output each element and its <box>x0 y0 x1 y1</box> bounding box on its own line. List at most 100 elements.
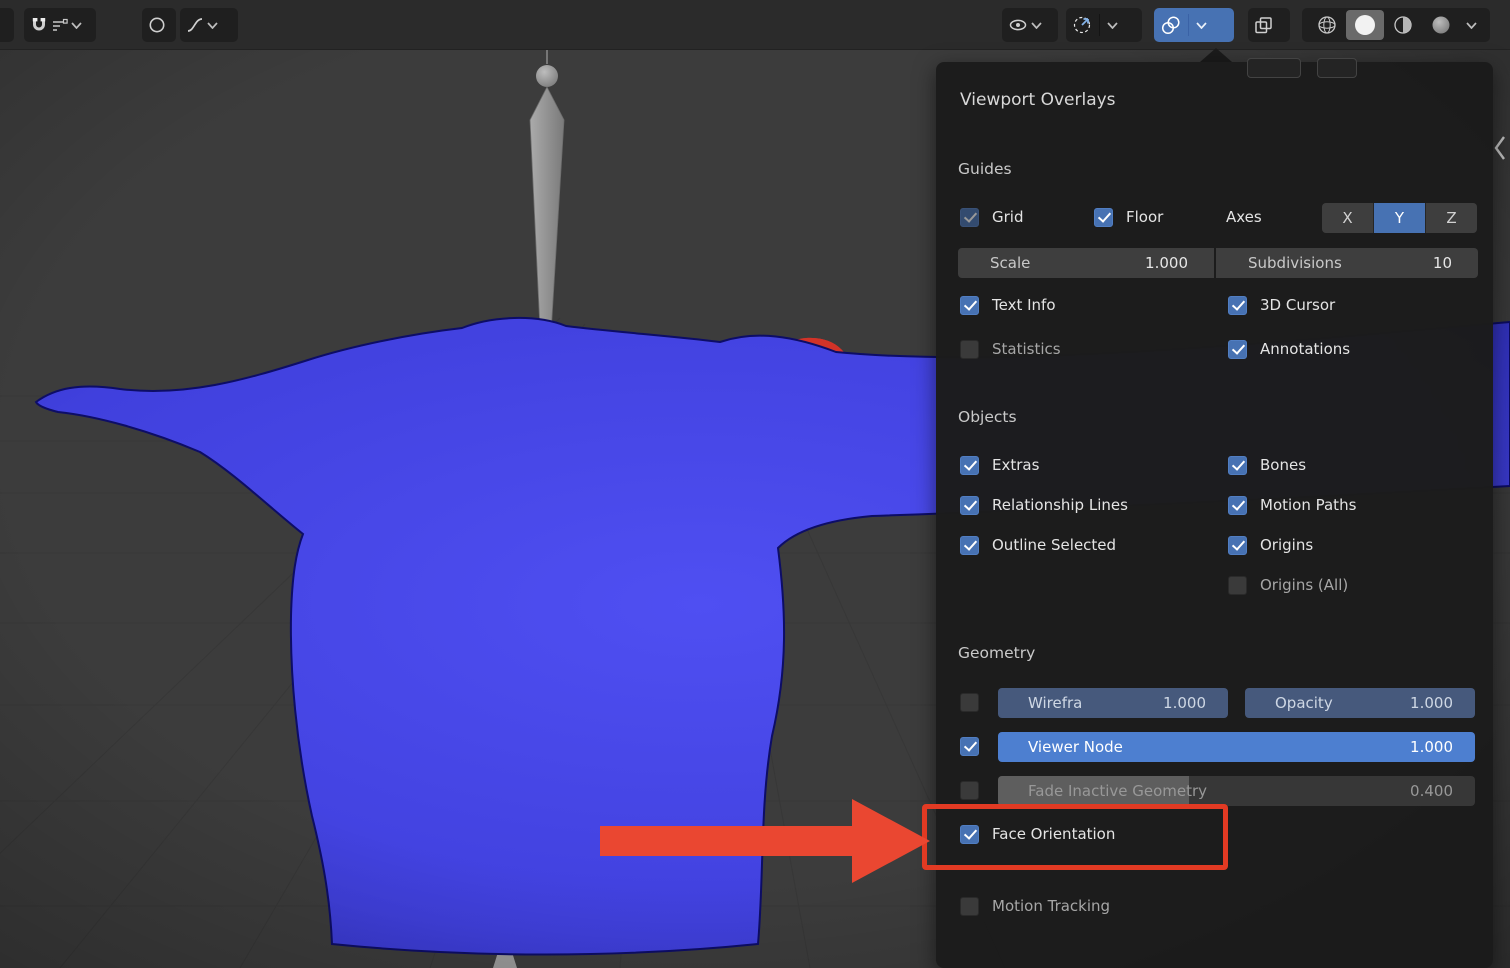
opacity-slider[interactable]: Opacity 1.000 <box>1245 688 1475 718</box>
subdivisions-value: 10 <box>1433 254 1452 272</box>
statistics-checkbox[interactable] <box>960 340 979 359</box>
text-info-checkbox[interactable] <box>960 296 979 315</box>
motion-tracking-label: Motion Tracking <box>992 897 1110 915</box>
chevron-down-icon <box>207 22 218 29</box>
chevron-down-icon <box>1196 22 1207 29</box>
popover-arrow <box>1200 48 1232 62</box>
wireframe-toggle-checkbox[interactable] <box>960 693 979 712</box>
viewer-node-value: 1.000 <box>1410 738 1453 756</box>
statistics-label: Statistics <box>992 340 1061 358</box>
scale-value: 1.000 <box>1145 254 1188 272</box>
wireframe-slider[interactable]: Wirefra 1.000 <box>998 688 1228 718</box>
viewport-overlays-popover: Viewport Overlays Guides Grid Floor Axes… <box>936 62 1493 968</box>
motion-paths-label: Motion Paths <box>1260 496 1356 514</box>
snapping-button-group[interactable] <box>24 8 96 42</box>
viewer-node-checkbox[interactable] <box>960 737 979 756</box>
rendered-shading-button[interactable] <box>1422 10 1460 40</box>
section-objects: Objects <box>958 408 1017 426</box>
3d-cursor-label: 3D Cursor <box>1260 296 1335 314</box>
relationship-lines-checkbox[interactable] <box>960 496 979 515</box>
divider <box>1099 14 1100 36</box>
partial-hidden-button[interactable] <box>1317 58 1357 78</box>
gizmo-arrows-icon <box>1072 15 1092 35</box>
grid-checkbox[interactable] <box>960 208 979 227</box>
material-preview-shading-button[interactable] <box>1384 10 1422 40</box>
subdivisions-label: Subdivisions <box>1248 254 1342 272</box>
axis-y-button[interactable]: Y <box>1374 203 1425 233</box>
edge-partial-button[interactable] <box>0 8 14 42</box>
proportional-editing-icon <box>148 16 166 34</box>
outline-selected-checkbox[interactable] <box>960 536 979 555</box>
proportional-editing-button[interactable] <box>142 8 176 42</box>
xray-toggle-button[interactable] <box>1248 8 1290 42</box>
show-overlays-button[interactable] <box>1154 8 1234 42</box>
fade-inactive-value: 0.400 <box>1410 782 1453 800</box>
proportional-falloff-dropdown[interactable] <box>180 8 238 42</box>
popover-title: Viewport Overlays <box>960 90 1116 110</box>
snap-increment-icon <box>51 17 68 33</box>
region-collapse-chevron-icon[interactable] <box>1492 134 1508 162</box>
origins-checkbox[interactable] <box>1228 536 1247 555</box>
origins-all-checkbox[interactable] <box>1228 576 1247 595</box>
axes-label: Axes <box>1226 208 1262 226</box>
grid-scale-field[interactable]: Scale 1.000 <box>958 248 1214 278</box>
fade-inactive-label: Fade Inactive Geometry <box>1028 782 1207 800</box>
chevron-down-icon <box>1031 22 1042 29</box>
section-guides: Guides <box>958 160 1012 178</box>
motion-paths-checkbox[interactable] <box>1228 496 1247 515</box>
annotations-checkbox[interactable] <box>1228 340 1247 359</box>
shading-mode-group <box>1302 8 1490 42</box>
eye-icon <box>1008 17 1028 33</box>
bones-label: Bones <box>1260 456 1306 474</box>
blender-window: Viewport Overlays Guides Grid Floor Axes… <box>0 0 1510 968</box>
magnet-icon <box>30 16 48 34</box>
scale-label: Scale <box>990 254 1030 272</box>
grid-label: Grid <box>992 208 1023 226</box>
falloff-curve-icon <box>186 16 204 34</box>
chevron-down-icon <box>71 22 82 29</box>
motion-tracking-checkbox[interactable] <box>960 897 979 916</box>
wireframe-slider-value: 1.000 <box>1163 694 1206 712</box>
origins-label: Origins <box>1260 536 1313 554</box>
divider <box>1188 14 1189 36</box>
axes-toggle-group: X Y Z <box>1322 203 1477 233</box>
show-gizmo-button[interactable] <box>1066 8 1142 42</box>
solid-shading-button[interactable] <box>1346 10 1384 40</box>
face-orientation-label: Face Orientation <box>992 825 1115 843</box>
bones-checkbox[interactable] <box>1228 456 1247 475</box>
grid-subdivisions-field[interactable]: Subdivisions 10 <box>1216 248 1478 278</box>
face-orientation-checkbox[interactable] <box>960 825 979 844</box>
fade-inactive-slider[interactable]: Fade Inactive Geometry 0.400 <box>998 776 1475 806</box>
viewer-node-label: Viewer Node <box>1028 738 1123 756</box>
origins-all-label: Origins (All) <box>1260 576 1348 594</box>
chevron-down-icon <box>1466 22 1477 29</box>
extras-label: Extras <box>992 456 1039 474</box>
section-geometry: Geometry <box>958 644 1035 662</box>
floor-checkbox[interactable] <box>1094 208 1113 227</box>
material-preview-shading-icon <box>1392 14 1414 36</box>
opacity-slider-label: Opacity <box>1275 694 1333 712</box>
wireframe-shading-button[interactable] <box>1308 10 1346 40</box>
chevron-down-icon <box>1107 22 1118 29</box>
relationship-lines-label: Relationship Lines <box>992 496 1128 514</box>
axis-z-button[interactable]: Z <box>1426 203 1477 233</box>
floor-label: Floor <box>1126 208 1163 226</box>
outline-selected-label: Outline Selected <box>992 536 1116 554</box>
viewport-header <box>0 0 1510 50</box>
opacity-slider-value: 1.000 <box>1410 694 1453 712</box>
wireframe-slider-label: Wirefra <box>1028 694 1082 712</box>
wireframe-shading-icon <box>1316 14 1338 36</box>
fade-inactive-checkbox[interactable] <box>960 781 979 800</box>
viewer-node-slider[interactable]: Viewer Node 1.000 <box>998 732 1475 762</box>
3d-cursor-checkbox[interactable] <box>1228 296 1247 315</box>
solid-shading-icon <box>1353 13 1377 37</box>
annotations-label: Annotations <box>1260 340 1350 358</box>
partial-hidden-button[interactable] <box>1247 58 1301 78</box>
overlapping-squares-icon <box>1254 16 1273 35</box>
text-info-label: Text Info <box>992 296 1056 314</box>
extras-checkbox[interactable] <box>960 456 979 475</box>
visibility-dropdown-button[interactable] <box>1002 8 1058 42</box>
axis-x-button[interactable]: X <box>1322 203 1373 233</box>
overlapping-circles-icon <box>1160 16 1181 35</box>
rendered-shading-icon <box>1430 14 1452 36</box>
